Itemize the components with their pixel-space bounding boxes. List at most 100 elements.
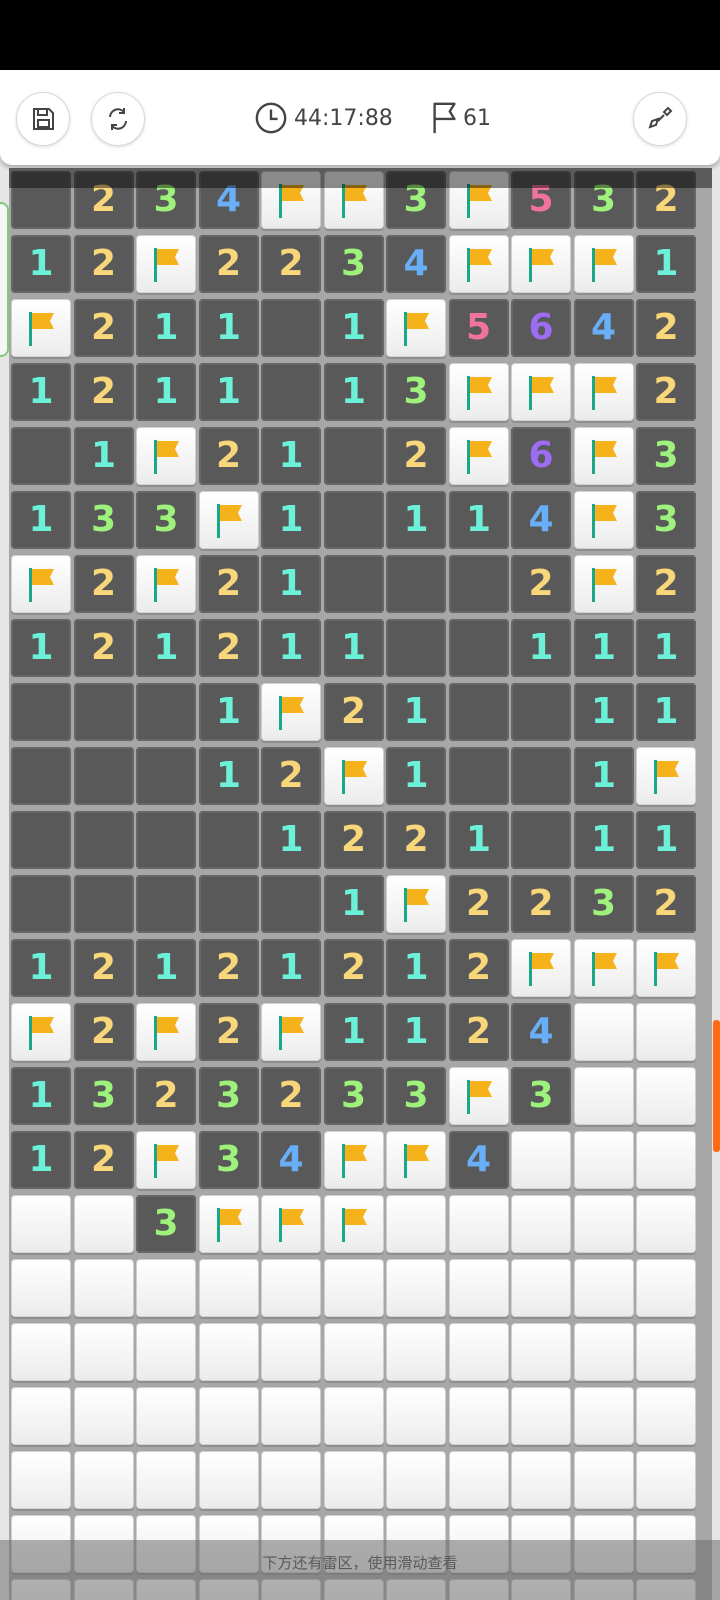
hidden-cell[interactable] <box>573 1323 634 1381</box>
number-cell[interactable]: 1 <box>11 235 71 293</box>
number-cell[interactable]: 1 <box>386 491 446 549</box>
number-cell[interactable]: 3 <box>198 1067 259 1125</box>
flagged-cell[interactable] <box>573 235 634 293</box>
flagged-cell[interactable] <box>261 1195 321 1253</box>
hidden-cell[interactable] <box>136 1323 196 1381</box>
number-cell[interactable]: 2 <box>636 363 696 421</box>
flagged-cell[interactable] <box>448 363 509 421</box>
flagged-cell[interactable] <box>11 1003 71 1061</box>
hidden-cell[interactable] <box>511 1387 571 1445</box>
flagged-cell[interactable] <box>11 299 71 357</box>
flagged-cell[interactable] <box>573 427 634 485</box>
number-cell[interactable]: 3 <box>511 1067 571 1125</box>
number-cell[interactable]: 1 <box>198 363 259 421</box>
number-cell[interactable]: 1 <box>386 683 446 741</box>
hidden-cell[interactable] <box>511 1131 571 1189</box>
number-cell[interactable]: 1 <box>136 363 196 421</box>
hidden-cell[interactable] <box>261 1451 321 1509</box>
hidden-cell[interactable] <box>323 1451 384 1509</box>
hidden-cell[interactable] <box>386 1259 446 1317</box>
hidden-cell[interactable] <box>636 1387 696 1445</box>
number-cell[interactable]: 1 <box>198 747 259 805</box>
number-cell[interactable]: 1 <box>198 299 259 357</box>
number-cell[interactable]: 3 <box>73 491 134 549</box>
number-cell[interactable]: 2 <box>511 555 571 613</box>
number-cell[interactable]: 4 <box>261 1131 321 1189</box>
flagged-cell[interactable] <box>261 683 321 741</box>
hidden-cell[interactable] <box>511 1323 571 1381</box>
hidden-cell[interactable] <box>636 1131 696 1189</box>
empty-cell[interactable] <box>136 747 196 805</box>
number-cell[interactable]: 2 <box>198 1003 259 1061</box>
number-cell[interactable]: 2 <box>198 427 259 485</box>
number-cell[interactable]: 2 <box>73 619 134 677</box>
hidden-cell[interactable] <box>11 1387 71 1445</box>
empty-cell[interactable] <box>261 363 321 421</box>
number-cell[interactable]: 1 <box>323 619 384 677</box>
number-cell[interactable]: 3 <box>73 1067 134 1125</box>
flagged-cell[interactable] <box>136 235 196 293</box>
hidden-cell[interactable] <box>448 1259 509 1317</box>
flagged-cell[interactable] <box>323 1195 384 1253</box>
number-cell[interactable]: 3 <box>198 1131 259 1189</box>
hidden-cell[interactable] <box>386 1387 446 1445</box>
hidden-cell[interactable] <box>511 1451 571 1509</box>
hidden-cell[interactable] <box>448 1323 509 1381</box>
flagged-cell[interactable] <box>323 747 384 805</box>
number-cell[interactable]: 1 <box>11 1131 71 1189</box>
save-button[interactable] <box>16 92 70 146</box>
hidden-cell[interactable] <box>136 1387 196 1445</box>
number-cell[interactable]: 1 <box>573 619 634 677</box>
number-cell[interactable]: 4 <box>386 235 446 293</box>
empty-cell[interactable] <box>511 747 571 805</box>
flagged-cell[interactable] <box>511 235 571 293</box>
empty-cell[interactable] <box>73 875 134 933</box>
number-cell[interactable]: 4 <box>511 491 571 549</box>
number-cell[interactable]: 2 <box>448 875 509 933</box>
hidden-cell[interactable] <box>136 1451 196 1509</box>
hidden-cell[interactable] <box>448 1387 509 1445</box>
flagged-cell[interactable] <box>636 747 696 805</box>
restart-button[interactable] <box>91 92 145 146</box>
flagged-cell[interactable] <box>448 1067 509 1125</box>
number-cell[interactable]: 2 <box>636 299 696 357</box>
number-cell[interactable]: 1 <box>261 619 321 677</box>
number-cell[interactable]: 1 <box>136 299 196 357</box>
number-cell[interactable]: 4 <box>448 1131 509 1189</box>
hidden-cell[interactable] <box>323 1387 384 1445</box>
hidden-cell[interactable] <box>136 1259 196 1317</box>
hidden-cell[interactable] <box>323 1323 384 1381</box>
flagged-cell[interactable] <box>511 939 571 997</box>
number-cell[interactable]: 2 <box>198 555 259 613</box>
flagged-cell[interactable] <box>136 1131 196 1189</box>
hidden-cell[interactable] <box>573 1387 634 1445</box>
hidden-cell[interactable] <box>11 1451 71 1509</box>
hidden-cell[interactable] <box>573 1451 634 1509</box>
empty-cell[interactable] <box>386 555 446 613</box>
empty-cell[interactable] <box>198 875 259 933</box>
number-cell[interactable]: 2 <box>73 363 134 421</box>
hidden-cell[interactable] <box>261 1259 321 1317</box>
number-cell[interactable]: 1 <box>323 875 384 933</box>
number-cell[interactable]: 1 <box>11 619 71 677</box>
hidden-cell[interactable] <box>573 1195 634 1253</box>
flagged-cell[interactable] <box>136 1003 196 1061</box>
number-cell[interactable]: 2 <box>73 939 134 997</box>
flagged-cell[interactable] <box>573 491 634 549</box>
flagged-cell[interactable] <box>386 1131 446 1189</box>
number-cell[interactable]: 2 <box>261 235 321 293</box>
number-cell[interactable]: 6 <box>511 427 571 485</box>
dig-mode-button[interactable] <box>633 92 687 146</box>
number-cell[interactable]: 1 <box>573 747 634 805</box>
number-cell[interactable]: 4 <box>511 1003 571 1061</box>
number-cell[interactable]: 3 <box>636 491 696 549</box>
hidden-cell[interactable] <box>73 1323 134 1381</box>
hidden-cell[interactable] <box>11 1195 71 1253</box>
empty-cell[interactable] <box>448 683 509 741</box>
number-cell[interactable]: 2 <box>73 235 134 293</box>
hidden-cell[interactable] <box>198 1387 259 1445</box>
number-cell[interactable]: 2 <box>261 1067 321 1125</box>
empty-cell[interactable] <box>261 299 321 357</box>
number-cell[interactable]: 1 <box>448 491 509 549</box>
empty-cell[interactable] <box>386 619 446 677</box>
